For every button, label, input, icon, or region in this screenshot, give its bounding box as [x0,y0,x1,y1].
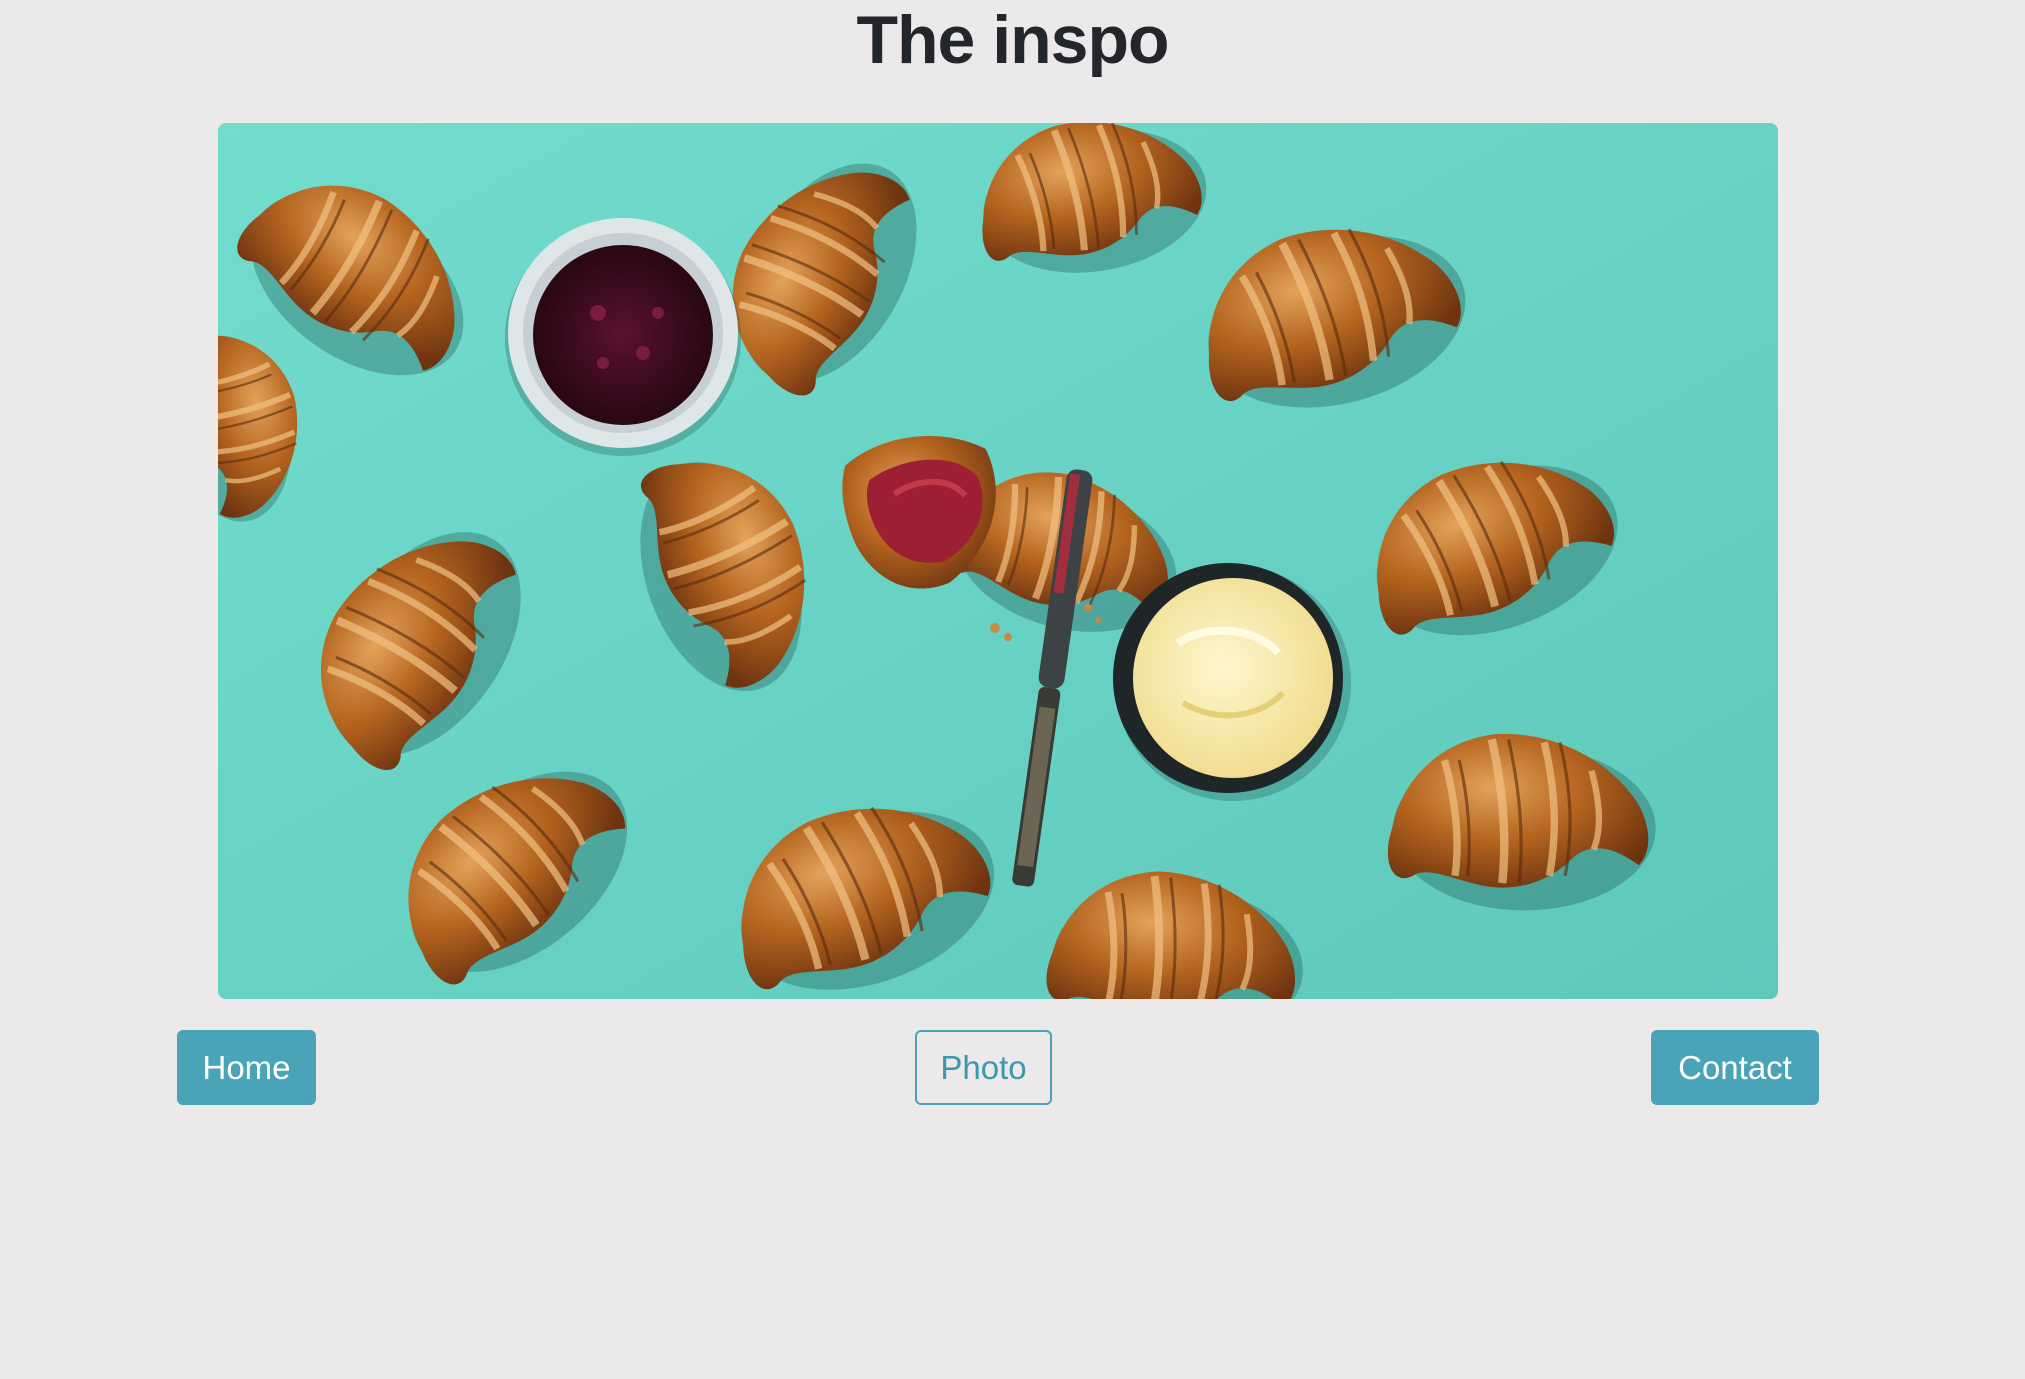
croissant-photo [218,123,1778,999]
contact-button[interactable]: Contact [1651,1030,1819,1105]
page-title: The inspo [856,2,1169,78]
home-button[interactable]: Home [177,1030,316,1105]
hero-image [218,123,1778,999]
page: The inspo Home Photo Contact [0,0,2025,1379]
photo-button[interactable]: Photo [915,1030,1052,1105]
